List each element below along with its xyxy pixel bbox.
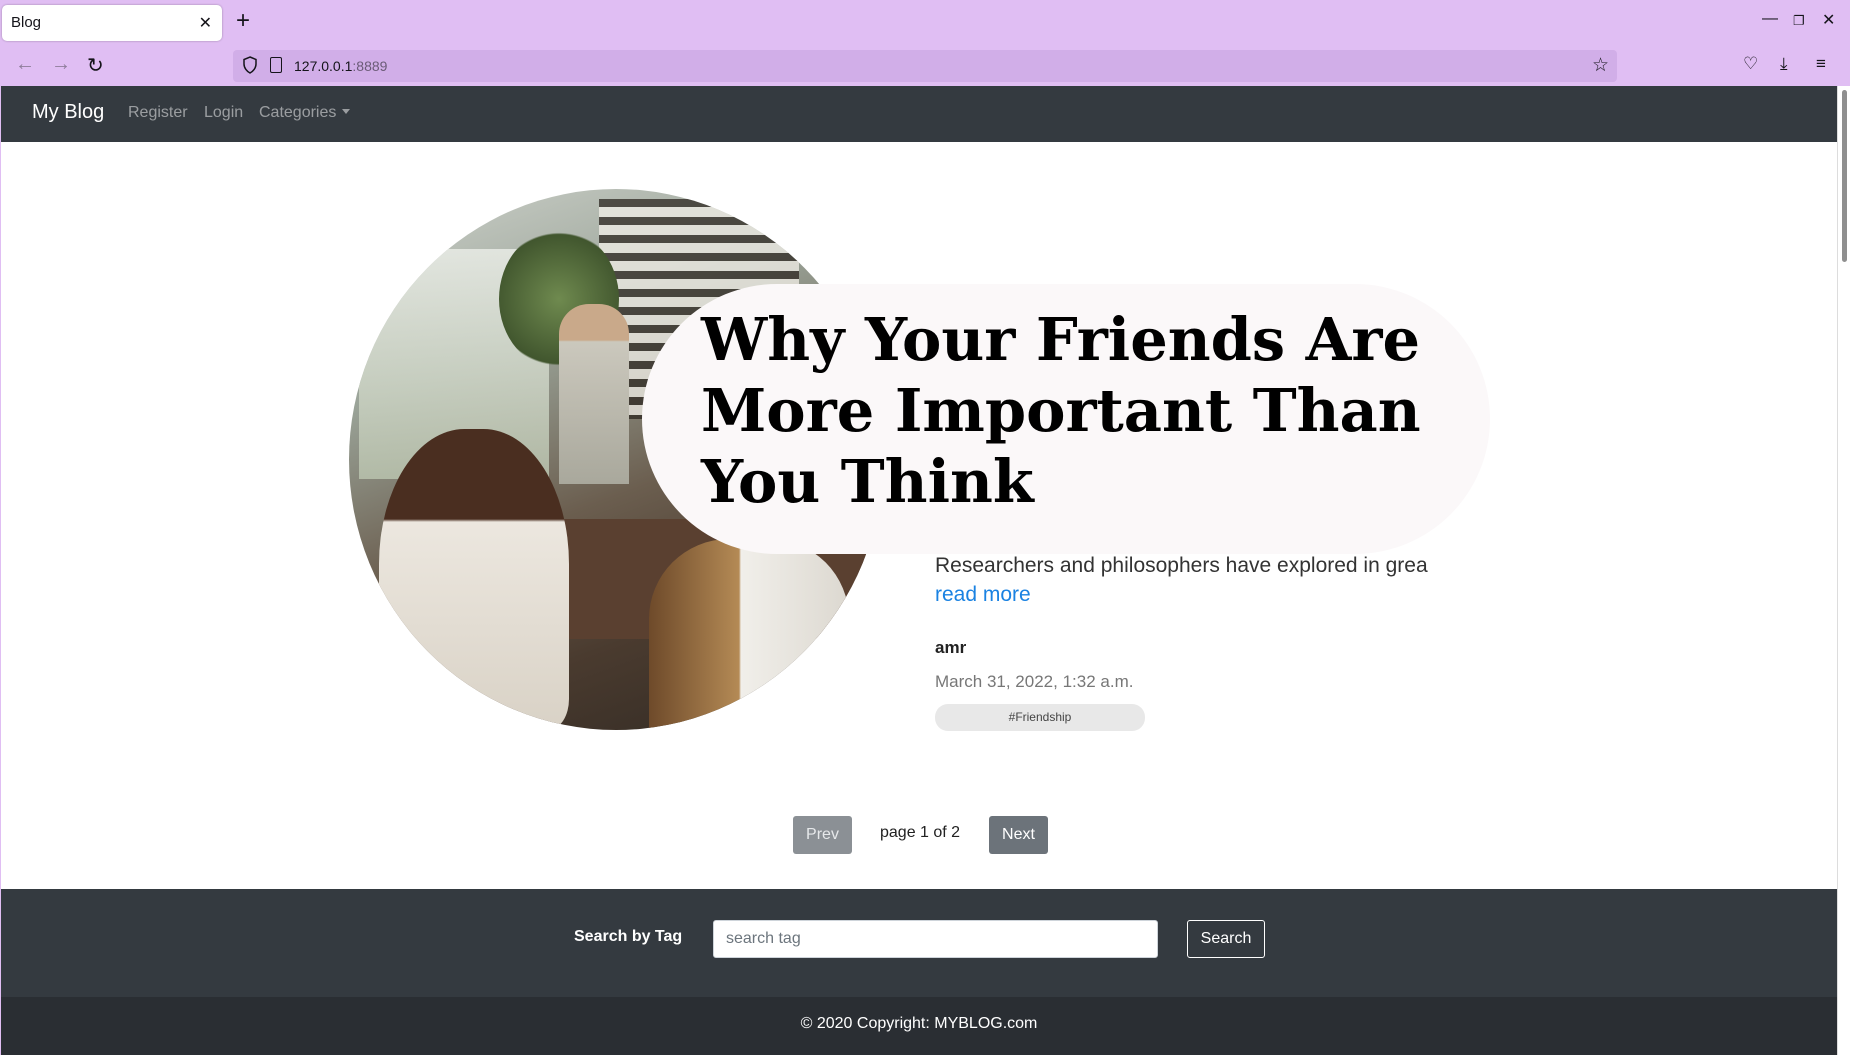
minimize-icon[interactable]: — xyxy=(1762,10,1778,28)
page-icon xyxy=(270,57,282,73)
search-tag-input[interactable] xyxy=(713,920,1158,958)
copyright-text: © 2020 Copyright: MYBLOG.com xyxy=(800,1015,1038,1032)
footer: © 2020 Copyright: MYBLOG.com xyxy=(1,997,1837,1055)
post-title: Why Your Friends Are More Important Than… xyxy=(701,305,1421,516)
restore-icon[interactable]: ❐ xyxy=(1793,13,1805,29)
page-indicator: page 1 of 2 xyxy=(880,824,961,841)
next-button[interactable]: Next xyxy=(989,816,1048,854)
window-close-icon[interactable]: ✕ xyxy=(1822,10,1835,30)
browser-tabstrip: Blog ✕ + — ❐ ✕ xyxy=(0,0,1850,45)
caret-down-icon xyxy=(342,109,351,114)
forward-icon[interactable]: → xyxy=(51,53,71,76)
post-excerpt: Researchers and philosophers have explor… xyxy=(935,554,1428,577)
tag-badge[interactable]: #Friendship xyxy=(935,704,1145,731)
tag-search-section: Search by Tag Search xyxy=(1,889,1837,997)
post-author: amr xyxy=(935,638,967,657)
close-tab-icon[interactable]: ✕ xyxy=(199,13,212,33)
shield-icon[interactable] xyxy=(243,56,257,74)
browser-tab[interactable]: Blog ✕ xyxy=(2,5,222,41)
search-label: Search by Tag xyxy=(574,928,683,945)
browser-toolbar: ← → ↻ 127.0.0.1:8889 ☆ ♡ ⤓ ≡ xyxy=(0,45,1850,86)
page-scrollbar[interactable] xyxy=(1837,86,1850,1055)
post-title-card: Why Your Friends Are More Important Than… xyxy=(642,284,1490,554)
url-text: 127.0.0.1:8889 xyxy=(294,58,388,74)
address-bar[interactable]: 127.0.0.1:8889 ☆ xyxy=(233,50,1617,82)
back-icon[interactable]: ← xyxy=(15,53,35,76)
post-date: March 31, 2022, 1:32 a.m. xyxy=(935,672,1134,691)
prev-button[interactable]: Prev xyxy=(793,816,852,854)
site-navbar: My Blog Register Login Categories xyxy=(1,86,1837,142)
brand-link[interactable]: My Blog xyxy=(32,101,104,124)
scrollbar-thumb[interactable] xyxy=(1842,90,1847,262)
tab-title: Blog xyxy=(11,14,42,31)
page-viewport: My Blog Register Login Categories Why Yo… xyxy=(1,86,1837,1055)
pocket-icon[interactable]: ♡ xyxy=(1743,54,1758,74)
read-more-link[interactable]: read more xyxy=(935,583,1031,607)
search-button[interactable]: Search xyxy=(1187,920,1265,958)
download-icon[interactable]: ⤓ xyxy=(1780,54,1788,74)
bookmark-star-icon[interactable]: ☆ xyxy=(1592,54,1609,77)
login-link[interactable]: Login xyxy=(204,104,243,122)
categories-dropdown[interactable]: Categories xyxy=(259,104,351,122)
menu-icon[interactable]: ≡ xyxy=(1816,54,1826,74)
register-link[interactable]: Register xyxy=(128,104,188,122)
new-tab-icon[interactable]: + xyxy=(236,9,250,33)
reload-icon[interactable]: ↻ xyxy=(87,53,104,78)
